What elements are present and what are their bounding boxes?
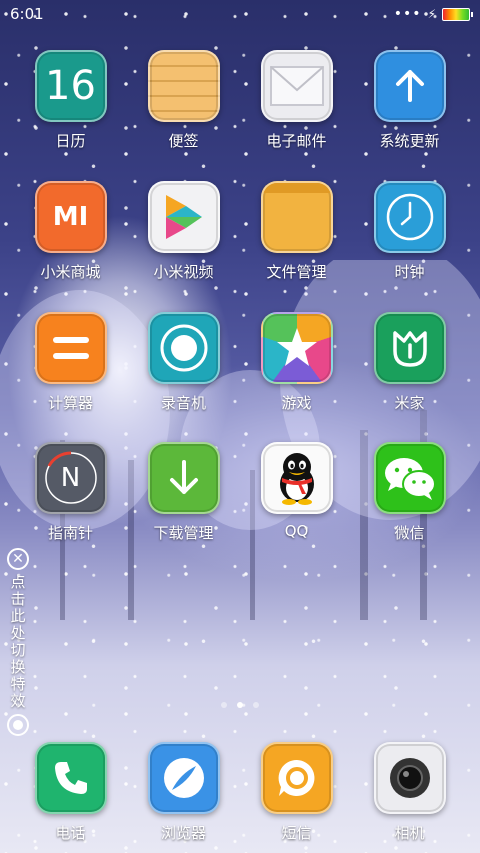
app-wechat[interactable]: 微信 xyxy=(353,442,466,543)
page-dot-active[interactable] xyxy=(237,702,243,708)
compass-icon: N xyxy=(34,442,107,514)
qq-icon xyxy=(260,442,333,514)
calculator-icon xyxy=(34,312,107,384)
page-dot[interactable] xyxy=(253,702,259,708)
calendar-date: 16 xyxy=(45,63,96,109)
app-recorder[interactable]: 录音机 xyxy=(127,312,240,413)
compass-north: N xyxy=(60,463,81,493)
notes-icon xyxy=(147,50,220,122)
effect-ring-icon[interactable] xyxy=(7,714,29,736)
app-label: 录音机 xyxy=(160,394,206,412)
app-system-update[interactable]: 系统更新 xyxy=(353,50,466,151)
app-label: 指南针 xyxy=(47,524,93,542)
app-mi-store[interactable]: MI 小米商城 xyxy=(14,181,127,282)
messages-icon xyxy=(260,742,333,814)
mijia-icon xyxy=(373,312,446,384)
charging-icon: ⚡ xyxy=(427,7,436,21)
browser-icon xyxy=(147,742,220,814)
wechat-icon xyxy=(373,442,446,514)
app-compass[interactable]: N 指南针 xyxy=(14,442,127,543)
app-label: 游戏 xyxy=(281,394,312,412)
close-icon[interactable]: ✕ xyxy=(7,548,29,570)
app-label: 相机 xyxy=(394,824,425,842)
app-label: 文件管理 xyxy=(266,263,327,281)
app-games[interactable]: 游戏 xyxy=(240,312,353,413)
mi-logo: MI xyxy=(52,202,89,232)
app-file-manager[interactable]: 文件管理 xyxy=(240,181,353,282)
app-label: 电话 xyxy=(55,824,86,842)
dock-messages[interactable]: 短信 xyxy=(240,742,353,843)
app-label: 米家 xyxy=(394,394,425,412)
app-label: 计算器 xyxy=(47,394,93,412)
app-label: 小米视频 xyxy=(153,263,214,281)
app-notes[interactable]: 便签 xyxy=(127,50,240,151)
app-label: 下载管理 xyxy=(153,524,214,542)
app-download-manager[interactable]: 下载管理 xyxy=(127,442,240,543)
app-calculator[interactable]: 计算器 xyxy=(14,312,127,413)
app-mijia[interactable]: 米家 xyxy=(353,312,466,413)
app-label: 时钟 xyxy=(394,263,425,281)
page-dot[interactable] xyxy=(221,702,227,708)
app-label: 系统更新 xyxy=(379,132,440,150)
clock-icon xyxy=(373,181,446,253)
effect-toggle-label[interactable]: 点击此处切换特效 xyxy=(9,574,27,710)
app-email[interactable]: 电子邮件 xyxy=(240,50,353,151)
more-dots-icon: ••• xyxy=(393,6,422,22)
recorder-icon xyxy=(147,312,220,384)
mi-store-icon: MI xyxy=(34,181,107,253)
app-label: 便签 xyxy=(168,132,199,150)
status-indicators: ••• ⚡ xyxy=(393,6,473,22)
mi-video-icon xyxy=(147,181,220,253)
system-update-icon xyxy=(373,50,446,122)
calendar-icon: 16 xyxy=(34,50,107,122)
battery-icon xyxy=(442,7,473,21)
download-manager-icon xyxy=(147,442,220,514)
app-label: 微信 xyxy=(394,524,425,542)
status-bar: 6:01 ••• ⚡ xyxy=(0,0,480,28)
page-indicator xyxy=(0,702,480,708)
phone-icon xyxy=(34,742,107,814)
app-label: 浏览器 xyxy=(160,824,206,842)
app-qq[interactable]: QQ xyxy=(240,442,353,540)
app-label: 短信 xyxy=(281,824,312,842)
games-icon xyxy=(260,312,333,384)
app-label: 日历 xyxy=(55,132,86,150)
camera-icon xyxy=(373,742,446,814)
app-calendar[interactable]: 16 日历 xyxy=(14,50,127,151)
dock-browser[interactable]: 浏览器 xyxy=(127,742,240,843)
email-icon xyxy=(260,50,333,122)
dock-phone[interactable]: 电话 xyxy=(14,742,127,843)
app-mi-video[interactable]: 小米视频 xyxy=(127,181,240,282)
app-label: 电子邮件 xyxy=(266,132,327,150)
app-label: 小米商城 xyxy=(40,263,101,281)
status-time: 6:01 xyxy=(10,5,44,23)
app-label: QQ xyxy=(284,522,309,540)
dock-camera[interactable]: 相机 xyxy=(353,742,466,843)
file-manager-icon xyxy=(260,181,333,253)
app-clock[interactable]: 时钟 xyxy=(353,181,466,282)
